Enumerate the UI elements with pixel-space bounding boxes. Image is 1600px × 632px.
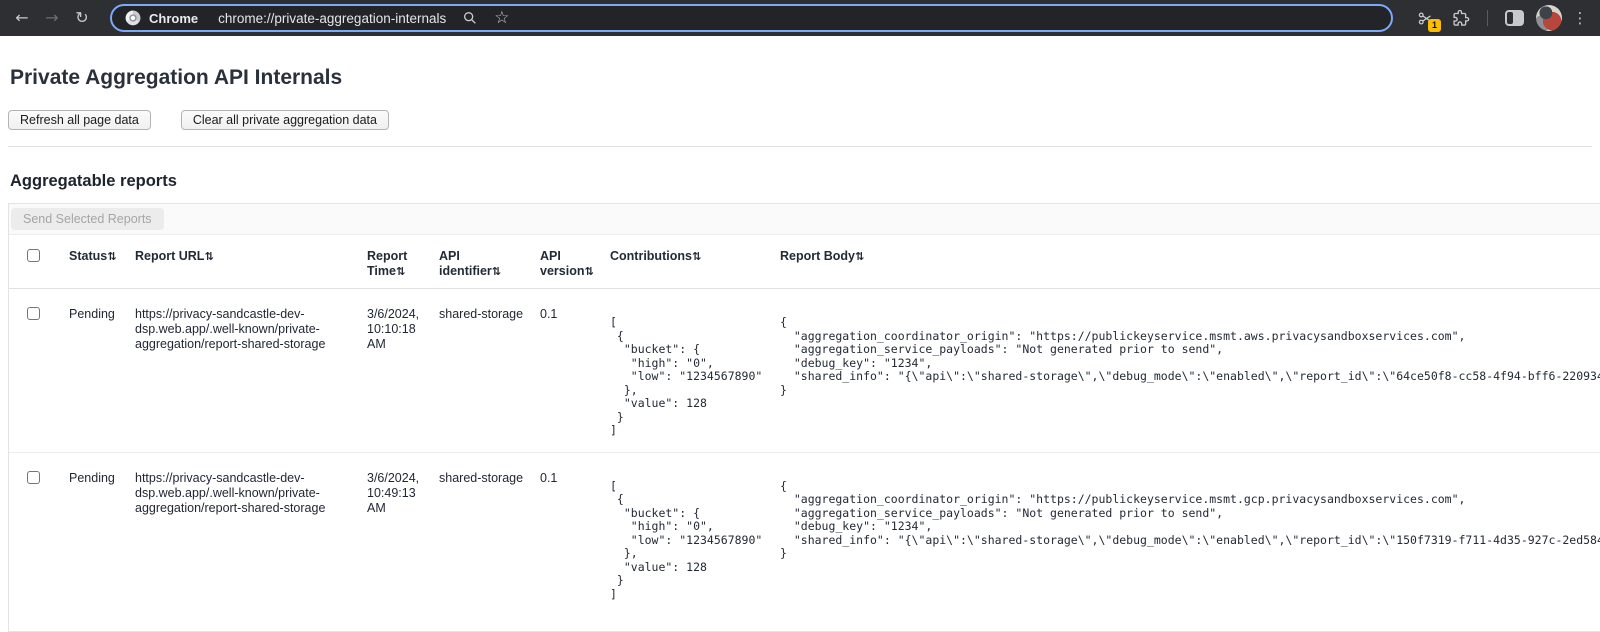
cell-api-version: 0.1 [532,452,602,631]
table-toolbar: Send Selected Reports [9,204,1600,235]
select-all-checkbox[interactable] [27,249,40,262]
cell-status: Pending [61,289,127,453]
cell-report-url: https://privacy-sandcastle-dev-dsp.web.a… [127,289,359,453]
sort-icon: ⇅ [855,250,864,263]
header-contributions[interactable]: Contributions⇅ [602,235,772,289]
browser-toolbar: ← → ↻ Chrome chrome://private-aggregatio… [0,0,1600,36]
header-api-identifier[interactable]: API identifier⇅ [431,235,532,289]
report-body-json: { "aggregation_coordinator_origin": "htt… [780,480,1600,561]
url-bar[interactable]: Chrome chrome://private-aggregation-inte… [110,4,1393,32]
header-status[interactable]: Status⇅ [61,235,127,289]
cell-api-version: 0.1 [532,289,602,453]
profile-avatar[interactable] [1536,5,1562,31]
side-panel-icon[interactable] [1500,4,1528,32]
sort-icon: ⇅ [492,265,501,278]
cell-report-body: { "aggregation_coordinator_origin": "htt… [772,452,1600,631]
report-body-json: { "aggregation_coordinator_origin": "htt… [780,316,1600,397]
sort-icon: ⇅ [584,265,593,278]
cell-contributions: [ { "bucket": { "high": "0", "low": "123… [602,289,772,453]
cell-contributions: [ { "bucket": { "high": "0", "low": "123… [602,452,772,631]
page-actions: Refresh all page data Clear all private … [8,110,1592,130]
menu-kebab-icon[interactable]: ⋮ [1570,9,1590,27]
sort-icon: ⇅ [107,250,116,263]
reload-button[interactable]: ↻ [68,4,96,32]
scissors-extension-icon[interactable]: 1 [1411,4,1439,32]
header-report-time[interactable]: Report Time⇅ [359,235,431,289]
chrome-page-chip: Chrome [149,11,198,26]
cell-api-identifier: shared-storage [431,289,532,453]
send-selected-reports-button[interactable]: Send Selected Reports [11,208,164,230]
cell-report-time: 3/6/2024, 10:10:18 AM [359,289,431,453]
cell-report-body: { "aggregation_coordinator_origin": "htt… [772,289,1600,453]
sort-icon: ⇅ [204,250,213,263]
page-title: Private Aggregation API Internals [10,66,1590,90]
toolbar-actions: 1 ⋮ [1411,4,1590,32]
contributions-json: [ { "bucket": { "high": "0", "low": "123… [610,480,764,602]
cell-api-identifier: shared-storage [431,452,532,631]
search-icon[interactable] [462,10,478,26]
table-row: Pending https://privacy-sandcastle-dev-d… [9,289,1600,453]
row-checkbox[interactable] [27,471,40,484]
chrome-logo-icon [125,10,141,26]
sort-icon: ⇅ [692,250,701,263]
row-checkbox[interactable] [27,307,40,320]
reports-table: Status⇅ Report URL⇅ Report Time⇅ API ide… [9,235,1600,631]
table-row: Pending https://privacy-sandcastle-dev-d… [9,452,1600,631]
page-content: Private Aggregation API Internals Refres… [0,66,1600,632]
extensions-puzzle-icon[interactable] [1447,4,1475,32]
header-report-body[interactable]: Report Body⇅ [772,235,1600,289]
sort-icon: ⇅ [396,265,405,278]
aggregatable-reports-heading: Aggregatable reports [10,172,1590,191]
cell-report-time: 3/6/2024, 10:49:13 AM [359,452,431,631]
url-text[interactable]: chrome://private-aggregation-internals [218,11,446,26]
contributions-json: [ { "bucket": { "high": "0", "low": "123… [610,316,764,438]
header-report-url[interactable]: Report URL⇅ [127,235,359,289]
bookmark-star-icon[interactable]: ☆ [494,10,509,27]
toolbar-separator [1487,10,1488,26]
header-api-version[interactable]: API version⇅ [532,235,602,289]
cell-status: Pending [61,452,127,631]
forward-button[interactable]: → [38,4,66,32]
reports-table-container: Send Selected Reports Status⇅ Report URL… [8,203,1600,632]
cell-report-url: https://privacy-sandcastle-dev-dsp.web.a… [127,452,359,631]
back-button[interactable]: ← [8,4,36,32]
section-divider [8,146,1592,147]
table-header-row: Status⇅ Report URL⇅ Report Time⇅ API ide… [9,235,1600,289]
clear-all-button[interactable]: Clear all private aggregation data [181,110,389,130]
extension-badge: 1 [1428,19,1441,32]
refresh-all-button[interactable]: Refresh all page data [8,110,151,130]
